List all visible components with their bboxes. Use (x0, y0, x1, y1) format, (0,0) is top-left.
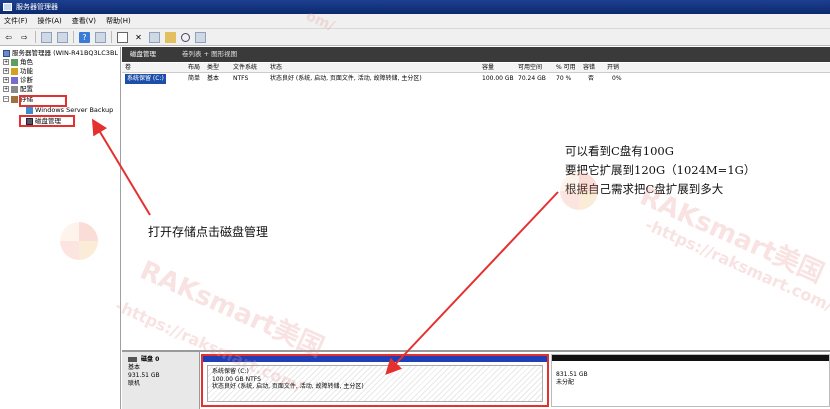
search-icon[interactable] (181, 32, 190, 42)
view-mode-label[interactable]: 卷列表 + 图形视图 (182, 47, 237, 62)
partition-c-name: 系统保留 (C:) (212, 368, 249, 375)
highlight-storage (19, 95, 67, 107)
tree-label-roles: 角色 (20, 58, 33, 66)
cell-type: 基本 (207, 75, 220, 82)
col-fault-tolerance[interactable]: 容错 (583, 63, 595, 73)
col-status[interactable]: 状态 (270, 63, 282, 73)
unallocated-body: 831.51 GB 未分配 (552, 361, 829, 387)
roles-icon (11, 58, 18, 66)
cell-volume: 系统保留 (C:) (125, 74, 166, 84)
delete-icon[interactable]: ✕ (133, 32, 144, 43)
backup-icon (26, 106, 33, 114)
partition-c-body: 系统保留 (C:) 100.00 GB NTFS 状态良好 (系统, 启动, 页… (207, 365, 543, 402)
menu-action[interactable]: 操作(A) (38, 16, 62, 26)
server-manager-icon (3, 3, 12, 11)
tree-label-root: 服务器管理器 (WIN-R41BQ3LC3BL (12, 49, 119, 57)
menu-help[interactable]: 帮助(H) (106, 16, 131, 26)
configuration-icon (11, 85, 18, 93)
back-icon[interactable]: ⇦ (3, 32, 14, 43)
tree-label-backup: Windows Server Backup (35, 106, 114, 114)
annotation-line: 可以看到C盘有100G (565, 144, 674, 158)
col-pct-free[interactable]: % 可用 (556, 63, 576, 73)
expand-icon[interactable]: + (3, 59, 9, 65)
tree-item-windows-server-backup[interactable]: Windows Server Backup (26, 106, 113, 115)
window-title: 服务器管理器 (16, 3, 58, 11)
disk-0-label[interactable]: 磁盘 0 基本 931.51 GB 联机 (122, 352, 200, 409)
col-free[interactable]: 可用空间 (518, 63, 542, 73)
annotation-extend-c: 可以看到C盘有100G 要把它扩展到120G（1024M=1G） 根据自己需求把… (565, 142, 755, 199)
cell-layout: 简单 (188, 75, 201, 82)
disk-type: 基本 (128, 364, 141, 371)
menu-view[interactable]: 查看(V) (72, 16, 96, 26)
tree-item-configuration[interactable]: + 配置 (3, 85, 33, 94)
annotation-line: 根据自己需求把C盘扩展到多大 (565, 182, 724, 196)
cell-free: 70.24 GB (518, 75, 546, 82)
partition-c-bar (203, 356, 547, 362)
partition-c-status: 状态良好 (系统, 启动, 页面文件, 活动, 故障转储, 主分区) (212, 383, 364, 390)
partition-c[interactable]: 系统保留 (C:) 100.00 GB NTFS 状态良好 (系统, 启动, 页… (201, 354, 549, 407)
menu-bar: 文件(F) 操作(A) 查看(V) 帮助(H) (0, 14, 830, 29)
server-icon (3, 49, 10, 57)
unallocated-partition[interactable]: 831.51 GB 未分配 (551, 354, 830, 407)
tree-item-diagnostics[interactable]: + 诊断 (3, 76, 33, 85)
toolbar: ⇦ ⇨ ? ✕ (0, 29, 830, 46)
content-title: 磁盘管理 (130, 50, 156, 58)
tree-item-server-manager[interactable]: 服务器管理器 (WIN-R41BQ3LC3BL (3, 49, 118, 58)
collapse-icon[interactable]: − (3, 96, 9, 102)
forward-icon[interactable]: ⇨ (19, 32, 30, 43)
properties-sheet-icon[interactable] (117, 31, 128, 43)
col-filesystem[interactable]: 文件系统 (233, 63, 257, 73)
tree-item-features[interactable]: + 功能 (3, 67, 33, 76)
cell-overhead: 0% (612, 75, 622, 82)
col-volume[interactable]: 卷 (125, 63, 131, 73)
tree-label-features: 功能 (20, 67, 33, 75)
col-layout[interactable]: 布局 (188, 63, 200, 73)
highlight-disk-management (19, 115, 75, 127)
toolbar-separator (73, 31, 74, 43)
cell-filesystem: NTFS (233, 75, 249, 82)
cell-fault-tolerance: 否 (588, 75, 595, 82)
expand-icon[interactable]: + (3, 68, 9, 74)
pane-divider[interactable] (122, 350, 830, 352)
tree-item-roles[interactable]: + 角色 (3, 58, 33, 67)
disk-name: 磁盘 0 (141, 356, 160, 363)
col-overhead[interactable]: 开销 (607, 63, 619, 73)
expand-icon[interactable]: + (3, 86, 9, 92)
new-icon[interactable] (149, 31, 160, 43)
cell-capacity: 100.00 GB (482, 75, 514, 82)
annotation-open-storage: 打开存储点击磁盘管理 (148, 225, 269, 239)
annotation-line: 要把它扩展到120G（1024M=1G） (565, 163, 756, 177)
cell-pct-free: 70 % (556, 75, 572, 82)
partition-c-size: 100.00 GB NTFS (212, 375, 261, 383)
view-icon[interactable] (195, 31, 206, 43)
diagnostics-icon (11, 76, 18, 84)
toolbar-separator (35, 31, 36, 43)
cell-status: 状态良好 (系统, 启动, 页面文件, 活动, 故障转储, 主分区) (270, 75, 422, 82)
properties-icon[interactable] (95, 31, 106, 43)
disk-size: 931.51 GB (128, 372, 160, 379)
disk-status: 联机 (128, 380, 141, 387)
storage-icon (11, 95, 18, 103)
unallocated-size: 831.51 GB (556, 371, 588, 378)
content-header: 磁盘管理 卷列表 + 图形视图 (122, 47, 830, 62)
tree-label-configuration: 配置 (20, 85, 33, 93)
col-capacity[interactable]: 容量 (482, 63, 494, 73)
title-bar: 服务器管理器 (0, 0, 830, 14)
features-icon (11, 67, 18, 75)
table-row[interactable]: 系统保留 (C:) 简单 基本 NTFS 状态良好 (系统, 启动, 页面文件,… (122, 74, 830, 84)
up-icon[interactable] (41, 31, 52, 43)
menu-file[interactable]: 文件(F) (4, 16, 28, 26)
disk-icon (128, 357, 137, 362)
expand-icon[interactable]: + (3, 77, 9, 83)
tree-label-diagnostics: 诊断 (20, 76, 33, 84)
unallocated-label: 未分配 (556, 379, 575, 386)
volume-list-header: 卷 布局 类型 文件系统 状态 容量 可用空间 % 可用 容错 开销 (122, 63, 830, 73)
col-type[interactable]: 类型 (207, 63, 219, 73)
folder-icon[interactable] (165, 31, 176, 43)
help-icon[interactable]: ? (79, 31, 90, 43)
toolbar-separator (111, 31, 112, 43)
show-tree-icon[interactable] (57, 31, 68, 43)
